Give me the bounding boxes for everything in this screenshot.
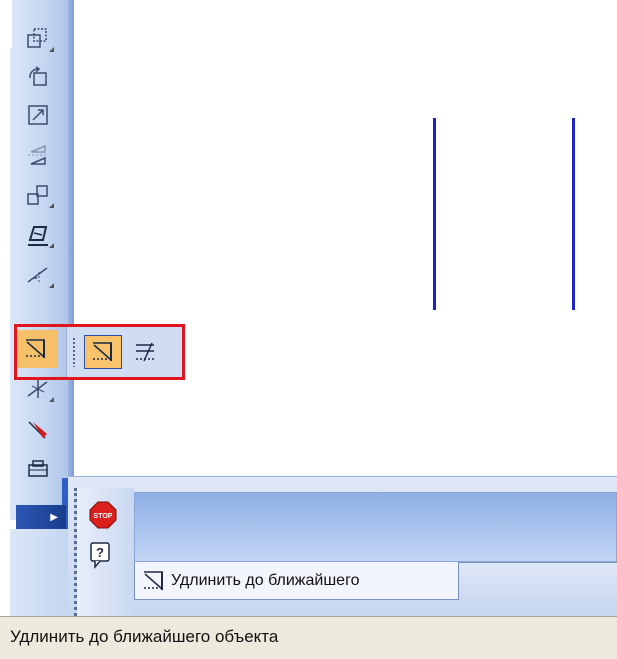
resize-button[interactable] — [16, 98, 60, 132]
clip-icon — [28, 460, 48, 477]
extend-to-nearest-icon — [144, 570, 163, 590]
highlight-frame — [14, 324, 185, 380]
toolbar-expand-strip[interactable]: ▶ — [16, 505, 66, 529]
help-button[interactable]: ? — [86, 540, 116, 570]
trim-icon — [27, 267, 48, 284]
rotate-button[interactable] — [16, 60, 60, 94]
delete-part-icon — [28, 421, 47, 439]
status-text: Удлинить до ближайшего объекта — [10, 627, 279, 646]
drawn-line-left[interactable] — [433, 118, 436, 310]
property-fields-area — [134, 492, 617, 562]
deform-button[interactable] — [16, 218, 60, 252]
stop-icon: STOP — [89, 501, 117, 529]
status-bar: Удлинить до ближайшего объекта — [0, 616, 617, 659]
resize-icon — [28, 105, 48, 125]
mirror-button[interactable] — [16, 138, 60, 172]
edit-toolbar — [10, 0, 74, 520]
rotate-icon — [29, 66, 47, 86]
window-edge — [0, 0, 12, 48]
svg-text:?: ? — [96, 545, 104, 560]
deform-icon — [28, 226, 48, 246]
toolbar-lower-area — [10, 529, 68, 616]
stop-button[interactable]: STOP — [88, 500, 118, 530]
copy-icon — [27, 185, 48, 205]
copy-button[interactable] — [16, 178, 60, 212]
clip-button[interactable] — [16, 452, 60, 486]
help-icon: ? — [90, 542, 110, 569]
tab-label: Удлинить до ближайшего — [171, 571, 360, 589]
scale-icon — [27, 28, 47, 48]
scale-button[interactable] — [16, 22, 60, 56]
delete-part-button[interactable] — [16, 412, 60, 446]
svg-text:STOP: STOP — [94, 513, 113, 520]
mirror-icon — [28, 144, 48, 165]
drawn-line-right[interactable] — [572, 118, 575, 310]
tab-strip — [459, 562, 617, 600]
expand-arrow-icon: ▶ — [50, 512, 58, 523]
trim-button[interactable] — [16, 258, 60, 292]
tab-extend-to-nearest[interactable]: Удлинить до ближайшего — [134, 562, 459, 600]
